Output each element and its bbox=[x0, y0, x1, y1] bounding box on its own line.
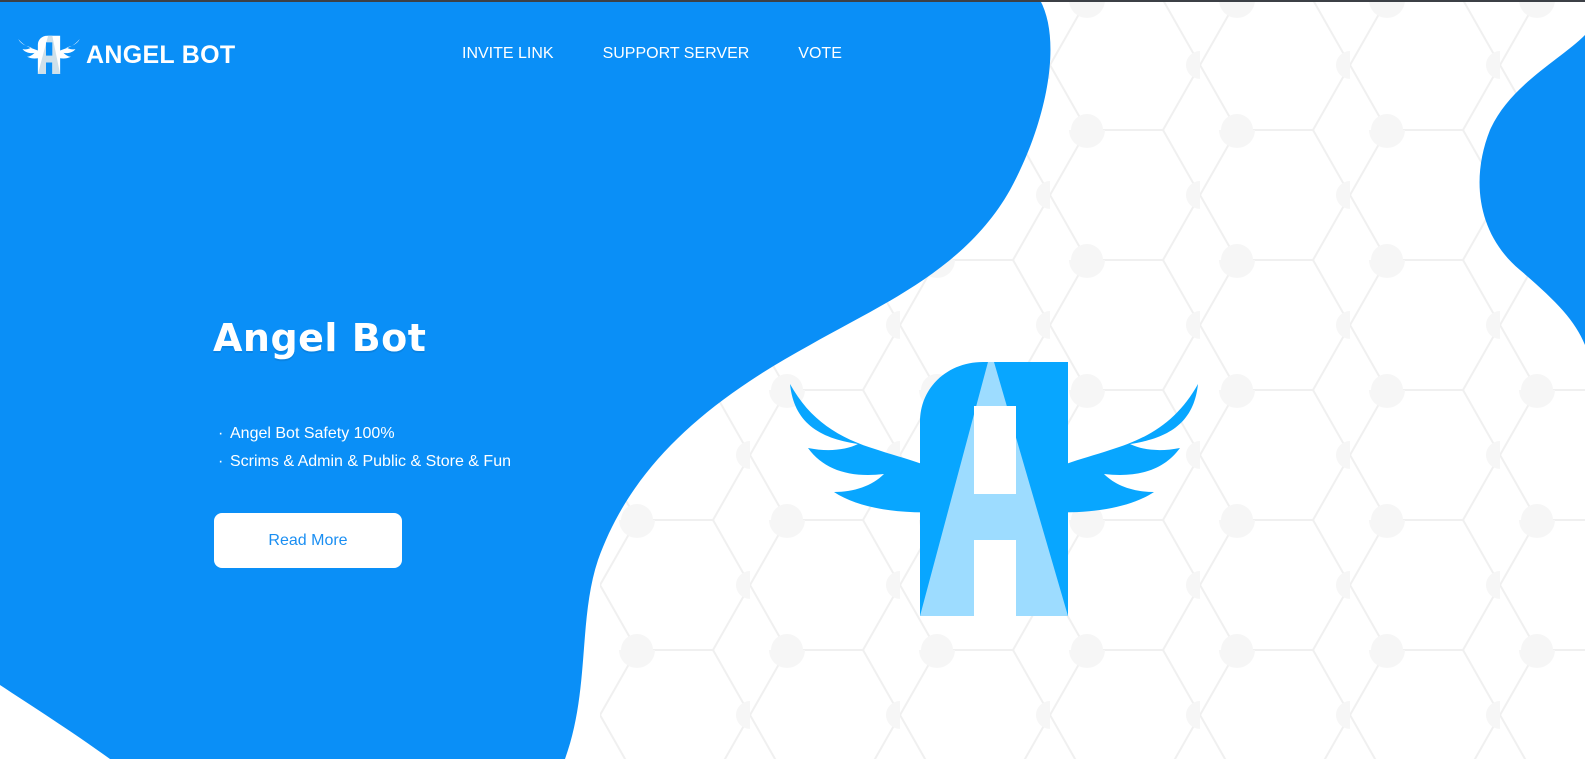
angel-wings-a-icon bbox=[18, 35, 80, 74]
hero-title: Angel Bot bbox=[213, 316, 427, 360]
feature-text: Angel Bot Safety 100% bbox=[230, 425, 395, 442]
feature-item: · Scrims & Admin & Public & Store & Fun bbox=[218, 448, 511, 476]
nav-invite-link[interactable]: INVITE LINK bbox=[462, 44, 554, 64]
brand-logo[interactable]: ANGEL BOT bbox=[18, 34, 235, 76]
bullet: · bbox=[218, 425, 224, 442]
feature-text: Scrims & Admin & Public & Store & Fun bbox=[230, 453, 511, 470]
window-top-border bbox=[0, 0, 1585, 2]
read-more-button[interactable]: Read More bbox=[214, 513, 402, 568]
brand-name: ANGEL BOT bbox=[86, 40, 236, 69]
feature-item: · Angel Bot Safety 100% bbox=[218, 420, 511, 448]
nav-vote[interactable]: VOTE bbox=[798, 44, 842, 64]
bullet: · bbox=[218, 453, 224, 470]
top-nav: INVITE LINK SUPPORT SERVER VOTE bbox=[462, 44, 842, 64]
angel-wings-a-logo-icon bbox=[790, 362, 1198, 616]
nav-support-server[interactable]: SUPPORT SERVER bbox=[603, 44, 750, 64]
feature-list: · Angel Bot Safety 100% · Scrims & Admin &… bbox=[218, 420, 511, 476]
